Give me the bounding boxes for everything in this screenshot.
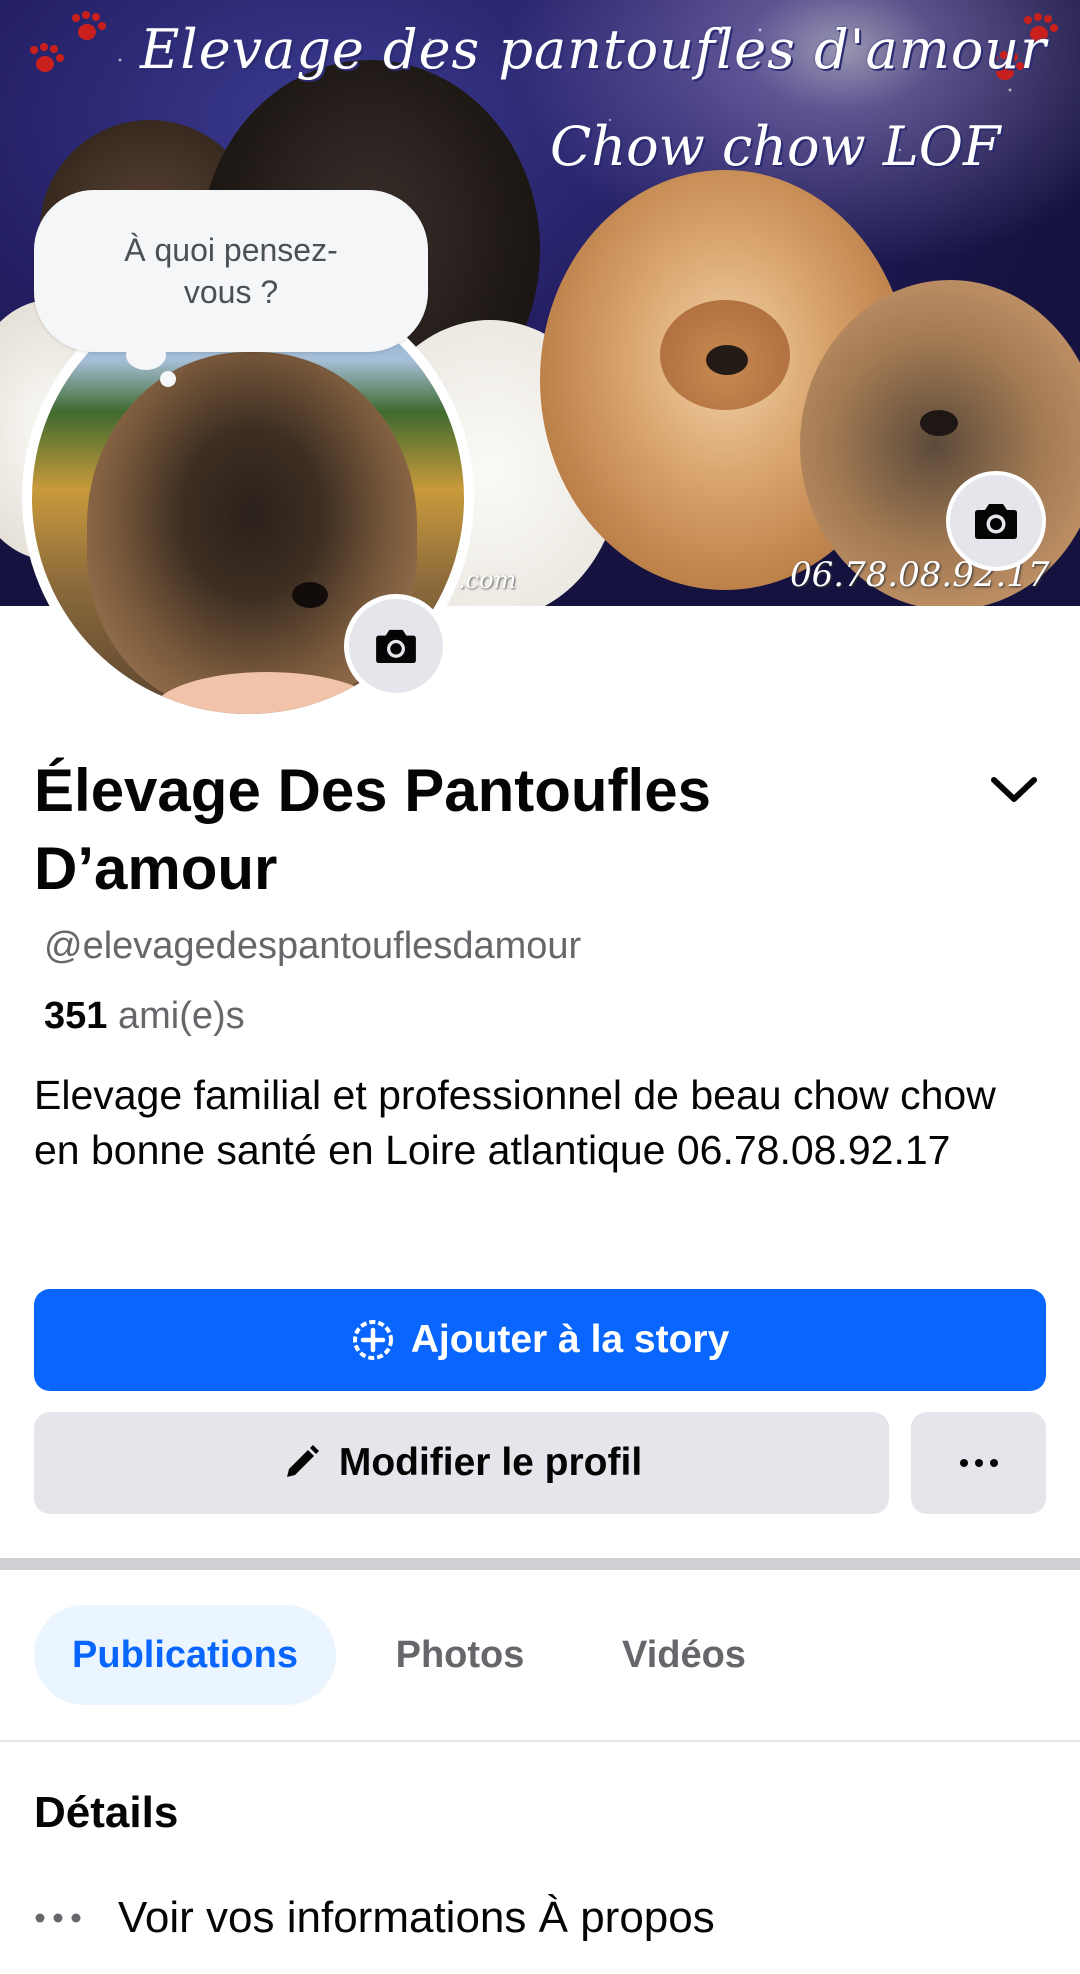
about-info-link[interactable]: Voir vos informations À propos: [34, 1888, 715, 1948]
profile-camera-button[interactable]: [344, 594, 448, 698]
thought-bubble-tail: [126, 340, 166, 370]
thought-bubble-text: À quoi pensez-vous ?: [124, 232, 338, 310]
add-to-story-label: Ajouter à la story: [410, 1318, 730, 1361]
profile-username: @elevagedespantouflesdamour: [44, 925, 582, 967]
profile-bio: Elevage familial et professionnel de bea…: [34, 1072, 996, 1173]
paw-print-icon: [28, 44, 62, 74]
dog-nose: [706, 345, 748, 375]
cover-subtitle: Chow chow LOF: [550, 115, 1001, 178]
cover-camera-button[interactable]: [946, 471, 1046, 571]
tabs-divider: [0, 1740, 1080, 1742]
section-divider: [0, 1558, 1080, 1570]
profile-switch-button[interactable]: [986, 768, 1042, 812]
chevron-down-icon: [991, 777, 1037, 802]
about-info-label: Voir vos informations À propos: [118, 1893, 715, 1942]
tab-publications[interactable]: Publications: [34, 1605, 336, 1705]
thought-bubble-tail: [160, 371, 176, 387]
friends-count[interactable]: 351 ami(e)s: [44, 995, 245, 1038]
more-dots-icon: [35, 1913, 81, 1923]
details-heading: Détails: [34, 1788, 179, 1837]
camera-icon: [376, 629, 416, 664]
add-to-story-button[interactable]: Ajouter à la story: [34, 1289, 1046, 1391]
status-thought-bubble[interactable]: À quoi pensez-vous ?: [34, 190, 428, 352]
more-options-button[interactable]: [911, 1412, 1046, 1514]
tab-videos[interactable]: Vidéos: [594, 1605, 774, 1705]
cover-watermark: .com: [458, 566, 517, 594]
dog-nose: [920, 410, 958, 436]
paw-print-icon: [70, 12, 104, 42]
tab-photos[interactable]: Photos: [360, 1605, 560, 1705]
edit-profile-button[interactable]: Modifier le profil: [34, 1412, 889, 1514]
pencil-icon: [286, 1445, 319, 1477]
edit-profile-label: Modifier le profil: [338, 1441, 643, 1484]
camera-icon: [975, 504, 1017, 539]
profile-name: Élevage Des Pantoufles D’amour: [34, 757, 711, 902]
friends-count-label: ami(e)s: [117, 995, 245, 1037]
puppy-nose: [292, 582, 328, 608]
more-dots-icon: [959, 1459, 998, 1467]
profile-page: Elevage des pantoufles d'amour Chow chow…: [0, 0, 1080, 1974]
friends-count-number: 351: [44, 995, 108, 1037]
cover-title: Elevage des pantoufles d'amour: [140, 18, 1047, 81]
plus-circle-icon: [352, 1320, 393, 1360]
